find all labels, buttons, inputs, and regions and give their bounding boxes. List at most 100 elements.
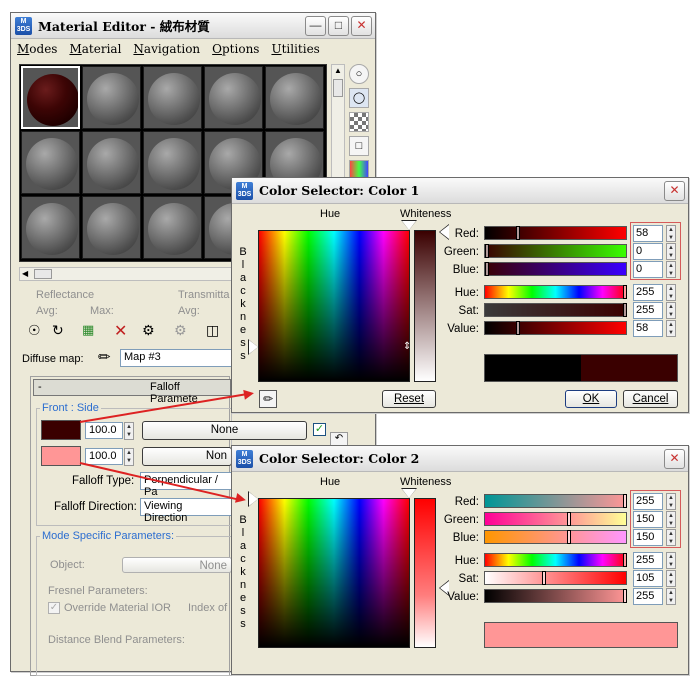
hue-spinner[interactable]: ▲ ▼ xyxy=(666,552,676,569)
color-selector-2-titlebar[interactable]: M 3DS Color Selector: Color 2 ✕ xyxy=(232,446,688,472)
green-spinner[interactable]: ▲ ▼ xyxy=(666,243,676,260)
reset-button[interactable]: Reset xyxy=(382,390,436,408)
sat-slider[interactable] xyxy=(484,303,627,317)
hue-spinner[interactable]: ▲ ▼ xyxy=(666,284,676,301)
cancel-button[interactable]: Cancel xyxy=(623,390,678,408)
front-amount-field[interactable]: 100.0 xyxy=(85,422,123,439)
slider-thumb[interactable] xyxy=(516,226,520,240)
object-pick-button[interactable]: None xyxy=(122,557,232,573)
sample-slot[interactable] xyxy=(82,66,141,129)
override-ior-checkbox[interactable]: ✓ xyxy=(48,602,60,614)
menu-material[interactable]: Material xyxy=(69,42,121,56)
slider-thumb[interactable] xyxy=(485,244,489,258)
value-value-field[interactable]: 58 xyxy=(633,320,663,337)
sample-slot[interactable] xyxy=(204,66,263,129)
front-map-checkbox[interactable]: ✓ xyxy=(313,423,326,436)
backlight-icon[interactable]: ◯ xyxy=(349,88,369,108)
menu-navigation[interactable]: Navigation xyxy=(133,42,200,56)
ok-button[interactable]: OK xyxy=(565,390,617,408)
blue-slider[interactable] xyxy=(484,530,627,544)
slider-thumb[interactable] xyxy=(623,494,627,508)
red-slider[interactable] xyxy=(484,494,627,508)
blue-value-field[interactable]: 0 xyxy=(633,261,663,278)
sample-slot[interactable] xyxy=(82,131,141,194)
menu-options[interactable]: Options xyxy=(212,42,259,56)
green-spinner[interactable]: ▲ ▼ xyxy=(666,511,676,528)
sample-slot[interactable] xyxy=(143,196,202,259)
slider-thumb[interactable] xyxy=(567,530,571,544)
hue-blackness-picker[interactable] xyxy=(258,230,410,382)
value-value-field[interactable]: 255 xyxy=(633,588,663,605)
red-value-field[interactable]: 58 xyxy=(633,225,663,242)
green-value-field[interactable]: 150 xyxy=(633,511,663,528)
copy-material-icon[interactable]: ⚙ xyxy=(142,322,155,339)
scroll-left-icon[interactable]: ◀ xyxy=(22,268,28,280)
sample-type-icon[interactable]: ○ xyxy=(349,64,369,84)
falloff-direction-dropdown[interactable]: Viewing Direction xyxy=(140,498,232,524)
close-button[interactable]: ✕ xyxy=(664,181,685,201)
sat-spinner[interactable]: ▲ ▼ xyxy=(666,302,676,319)
falloff-rollout-header[interactable]: - Falloff Paramete xyxy=(33,379,231,405)
sample-slot[interactable] xyxy=(143,66,202,129)
sample-uv-tiling-icon[interactable]: □ xyxy=(349,136,369,156)
hue-value-field[interactable]: 255 xyxy=(633,552,663,569)
blue-spinner[interactable]: ▲ ▼ xyxy=(666,261,676,278)
put-to-scene-icon[interactable]: ↻ xyxy=(52,322,64,339)
hue-slider[interactable] xyxy=(484,285,627,299)
sample-slot[interactable] xyxy=(21,66,80,129)
close-button[interactable]: ✕ xyxy=(351,16,372,36)
slider-thumb[interactable] xyxy=(623,303,627,317)
red-spinner[interactable]: ▲ ▼ xyxy=(666,493,676,510)
get-material-icon[interactable]: ☉ xyxy=(28,322,41,339)
color-selector-1-titlebar[interactable]: M 3DS Color Selector: Color 1 ✕ xyxy=(232,178,688,204)
hue-value-field[interactable]: 255 xyxy=(633,284,663,301)
sample-slot[interactable] xyxy=(21,131,80,194)
sat-spinner[interactable]: ▲ ▼ xyxy=(666,570,676,587)
green-value-field[interactable]: 0 xyxy=(633,243,663,260)
assign-material-icon[interactable]: ▦ xyxy=(82,322,94,338)
maximize-button[interactable]: □ xyxy=(328,16,349,36)
background-checker-icon[interactable] xyxy=(349,112,369,132)
blue-slider[interactable] xyxy=(484,262,627,276)
front-map-button[interactable]: None xyxy=(142,421,307,440)
sample-slot[interactable] xyxy=(143,131,202,194)
delete-icon[interactable]: ✕ xyxy=(114,321,127,341)
green-slider[interactable] xyxy=(484,512,627,526)
material-editor-titlebar[interactable]: M 3DS Material Editor - 絨布材質 — □ ✕ xyxy=(11,13,375,39)
sample-eyedropper-button[interactable]: ✏ xyxy=(259,390,277,408)
front-color-swatch[interactable] xyxy=(41,420,81,440)
menu-utilities[interactable]: Utilities xyxy=(271,42,319,56)
sat-value-field[interactable]: 105 xyxy=(633,570,663,587)
swap-colors-icon[interactable]: ↶ xyxy=(330,432,348,446)
value-spinner[interactable]: ▲ ▼ xyxy=(666,588,676,605)
scroll-up-icon[interactable]: ▲ xyxy=(332,65,344,77)
minimize-button[interactable]: — xyxy=(305,16,326,36)
menu-modes[interactable]: Modes xyxy=(17,42,57,56)
put-to-library-icon[interactable]: ◫ xyxy=(206,322,219,339)
red-spinner[interactable]: ▲ ▼ xyxy=(666,225,676,242)
slider-thumb[interactable] xyxy=(623,285,627,299)
side-map-button[interactable]: Non xyxy=(142,447,232,466)
value-spinner[interactable]: ▲ ▼ xyxy=(666,320,676,337)
red-slider[interactable] xyxy=(484,226,627,240)
close-button[interactable]: ✕ xyxy=(664,449,685,469)
slider-thumb[interactable] xyxy=(567,512,571,526)
sample-slot[interactable] xyxy=(21,196,80,259)
slider-thumb[interactable] xyxy=(542,571,546,585)
blue-spinner[interactable]: ▲ ▼ xyxy=(666,529,676,546)
green-slider[interactable] xyxy=(484,244,627,258)
sample-slot[interactable] xyxy=(82,196,141,259)
slider-thumb[interactable] xyxy=(485,262,489,276)
scroll-thumb[interactable] xyxy=(34,269,52,279)
value-slider[interactable] xyxy=(484,589,627,603)
hue-slider[interactable] xyxy=(484,553,627,567)
sample-slot[interactable] xyxy=(265,66,324,129)
sat-value-field[interactable]: 255 xyxy=(633,302,663,319)
blue-value-field[interactable]: 150 xyxy=(633,529,663,546)
make-unique-icon[interactable]: ⚙ xyxy=(174,322,187,339)
value-slider[interactable] xyxy=(484,321,627,335)
map-name-field[interactable]: Map #3 xyxy=(120,349,232,367)
eyedropper-icon[interactable]: ✏ xyxy=(98,348,111,366)
side-color-swatch[interactable] xyxy=(41,446,81,466)
red-value-field[interactable]: 255 xyxy=(633,493,663,510)
